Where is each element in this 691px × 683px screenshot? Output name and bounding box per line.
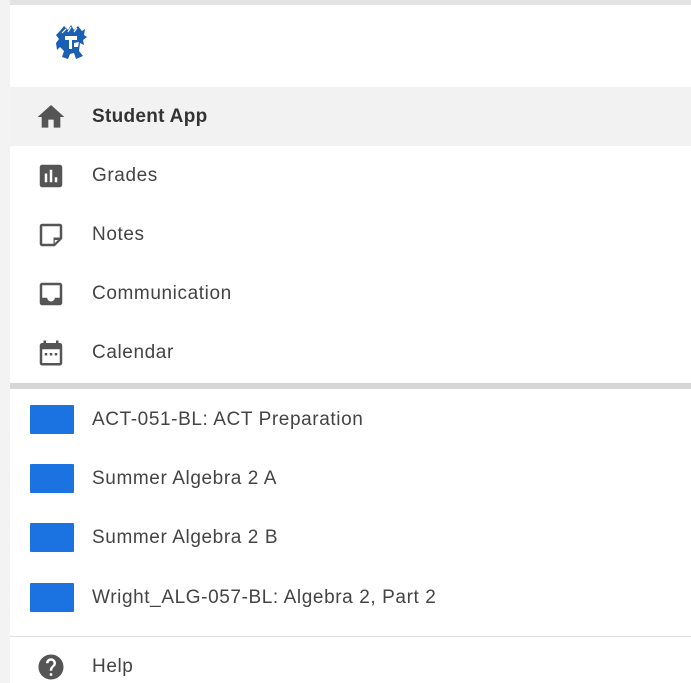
course-item-summer-algebra-2-b[interactable]: Summer Algebra 2 B (10, 508, 691, 567)
course-color-swatch (30, 464, 74, 493)
course-label: Summer Algebra 2 B (92, 526, 279, 548)
nav-label: Help (92, 656, 134, 677)
course-label: ACT-051-BL: ACT Preparation (92, 408, 364, 430)
nav-label: Calendar (92, 341, 174, 363)
nav-label: Grades (92, 164, 158, 186)
help-circle-icon (35, 651, 67, 683)
course-color-swatch (30, 583, 74, 612)
logo-row (10, 5, 691, 87)
bar-chart-icon (35, 160, 67, 192)
nav-item-notes[interactable]: Notes (10, 205, 691, 264)
course-color-swatch (30, 405, 74, 434)
nav-item-student-app[interactable]: Student App (10, 87, 691, 146)
course-item-summer-algebra-2-a[interactable]: Summer Algebra 2 A (10, 449, 691, 508)
nav-item-help[interactable]: Help (10, 639, 691, 683)
course-item-act-preparation[interactable]: ACT-051-BL: ACT Preparation (10, 390, 691, 449)
calendar-icon (35, 337, 67, 369)
nav-item-calendar[interactable]: Calendar (10, 323, 691, 382)
nav-item-grades[interactable]: Grades (10, 146, 691, 205)
course-color-swatch (30, 523, 74, 552)
footer-divider (10, 636, 691, 637)
sticky-note-icon (35, 219, 67, 251)
nav-item-communication[interactable]: Communication (10, 264, 691, 323)
inbox-icon (35, 278, 67, 310)
nav-label: Notes (92, 223, 145, 245)
left-edge-strip (0, 0, 10, 683)
course-label: Wright_ALG-057-BL: Algebra 2, Part 2 (92, 586, 437, 608)
app-screen: Student App Grades Notes Communication C (0, 0, 691, 683)
navigation-drawer: Student App Grades Notes Communication C (10, 5, 691, 683)
course-item-wright-algebra-2-part-2[interactable]: Wright_ALG-057-BL: Algebra 2, Part 2 (10, 568, 691, 627)
home-icon (35, 101, 67, 133)
nav-label: Communication (92, 282, 232, 304)
spartan-helmet-logo[interactable] (50, 23, 92, 63)
nav-label: Student App (92, 105, 208, 127)
section-divider (10, 383, 691, 389)
course-label: Summer Algebra 2 A (92, 467, 278, 489)
